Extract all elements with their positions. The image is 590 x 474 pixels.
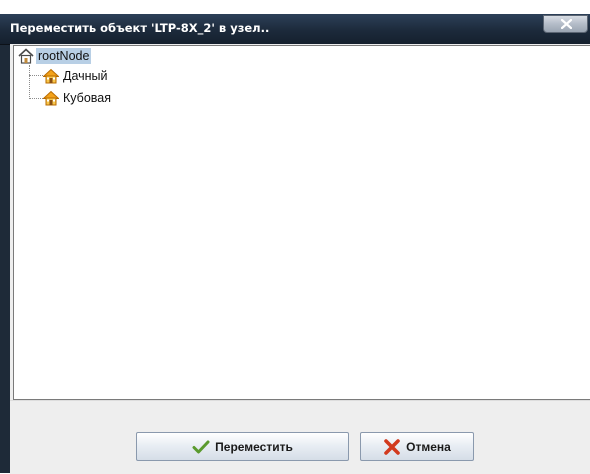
- cancel-button[interactable]: Отмена: [360, 432, 474, 461]
- tree-node-label: Кубовая: [63, 91, 112, 105]
- tree-node-label: rootNode: [36, 48, 92, 64]
- checkmark-icon: [192, 440, 210, 453]
- top-strip: [0, 0, 590, 14]
- dialog-client-area: rootNode Дачный Кубовая Переместить Отме…: [10, 44, 590, 474]
- tree-node-root[interactable]: rootNode: [18, 47, 92, 65]
- move-button[interactable]: Переместить: [136, 432, 349, 461]
- close-icon: [561, 19, 572, 29]
- house-icon: [18, 48, 34, 64]
- tree-node-dachny[interactable]: Дачный: [43, 67, 110, 85]
- node-tree[interactable]: rootNode Дачный Кубовая: [13, 45, 590, 400]
- tree-connector: [29, 75, 43, 76]
- title-bar[interactable]: Переместить объект 'LTP-8X_2' в узел..: [0, 14, 590, 45]
- move-button-label: Переместить: [215, 439, 293, 454]
- dialog-title: Переместить объект 'LTP-8X_2' в узел..: [10, 21, 270, 35]
- tree-node-kubovaya[interactable]: Кубовая: [43, 89, 113, 107]
- house-node-icon: [43, 68, 59, 84]
- tree-connector: [29, 65, 30, 99]
- cancel-button-label: Отмена: [406, 439, 451, 454]
- red-x-icon: [384, 438, 400, 455]
- house-node-icon: [43, 90, 59, 106]
- move-object-dialog: Переместить объект 'LTP-8X_2' в узел.. r…: [0, 0, 590, 474]
- tree-node-label: Дачный: [63, 69, 108, 83]
- close-button[interactable]: [543, 15, 588, 33]
- button-bar: Переместить Отмена: [10, 400, 590, 474]
- tree-connector: [29, 98, 43, 99]
